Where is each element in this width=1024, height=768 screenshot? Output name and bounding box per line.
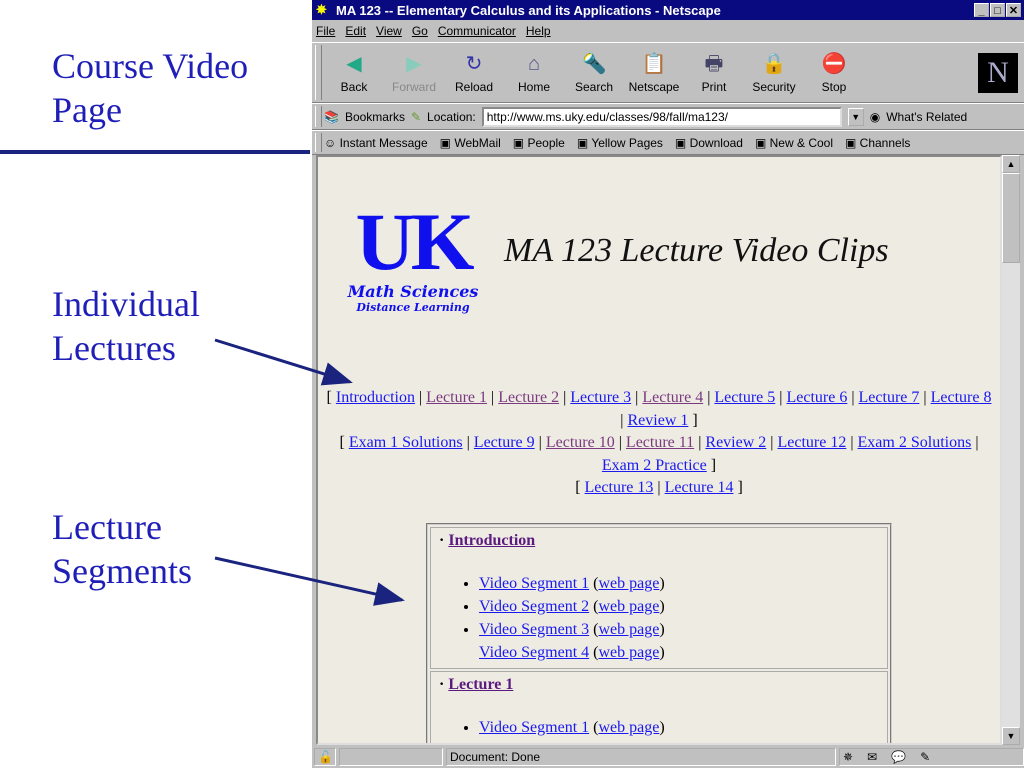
annotation-arrows <box>214 338 405 606</box>
arrow-to-segments <box>214 556 405 606</box>
arrow-to-lectures <box>214 338 353 386</box>
